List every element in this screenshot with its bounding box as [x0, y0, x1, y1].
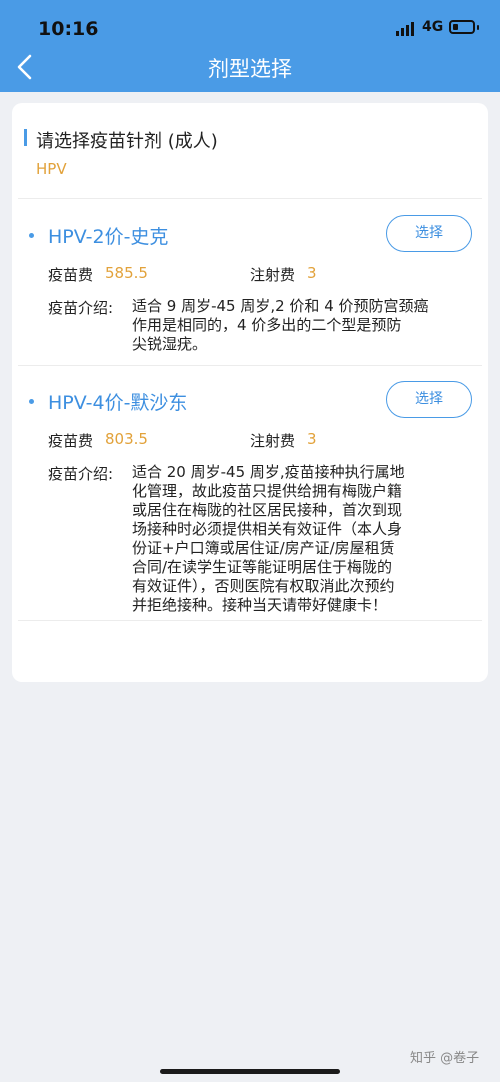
intro-text: 适合 9 周岁-45 周岁,2 价和 4 价预防宫颈癌 作用是相同的，4 价多出…	[132, 297, 462, 354]
intro-line: 有效证件），否则医院有权取消此次预约	[132, 577, 395, 595]
injection-fee-label: 注射费	[250, 266, 296, 284]
intro-line: 份证+户口簿或居住证/房产证/房屋租赁	[132, 539, 395, 557]
section-accent-bar	[24, 129, 27, 146]
watermark: 知乎 @卷子	[410, 1051, 480, 1066]
select-button[interactable]: 选择	[386, 215, 472, 252]
injection-fee-value: 3	[307, 430, 317, 448]
page-title: 剂型选择	[208, 57, 292, 81]
divider	[18, 198, 482, 199]
battery-icon	[449, 20, 475, 34]
app-header: 10:16 4G 剂型选择	[0, 0, 500, 92]
vaccine-card: 请选择疫苗针剂 (成人) HPV HPV-2价-史克 选择 疫苗费 585.5 …	[12, 103, 488, 682]
select-button[interactable]: 选择	[386, 381, 472, 418]
section-title: 请选择疫苗针剂 (成人)	[36, 131, 218, 152]
section-subtitle: HPV	[36, 160, 67, 178]
divider	[18, 365, 482, 366]
intro-line: 场接种时必须提供相关有效证件（本人身	[132, 520, 403, 538]
intro-line: 尖锐湿疣。	[132, 335, 208, 353]
intro-line: 适合 20 周岁-45 周岁,疫苗接种执行属地	[132, 463, 405, 481]
status-bar: 10:16 4G	[0, 0, 500, 48]
intro-label: 疫苗介绍:	[48, 299, 114, 317]
vaccine-fee-label: 疫苗费	[48, 266, 94, 284]
vaccine-name: HPV-2价-史克	[48, 226, 169, 248]
injection-fee-label: 注射费	[250, 432, 296, 450]
intro-label: 疫苗介绍:	[48, 465, 114, 483]
intro-line: 作用是相同的，4 价多出的二个型是预防	[132, 316, 402, 334]
intro-line: 或居住在梅陇的社区居民接种，首次到现	[132, 501, 403, 519]
signal-icon	[396, 22, 416, 36]
intro-line: 化管理，故此疫苗只提供给拥有梅陇户籍	[132, 482, 403, 500]
network-type: 4G	[422, 19, 444, 35]
vaccine-fee-value: 585.5	[105, 264, 148, 282]
vaccine-fee-label: 疫苗费	[48, 432, 94, 450]
bullet-icon	[29, 233, 34, 238]
intro-line: 合同/在读学生证等能证明居住于梅陇的	[132, 558, 393, 576]
intro-line: 适合 9 周岁-45 周岁,2 价和 4 价预防宫颈癌	[132, 297, 429, 315]
divider	[18, 620, 482, 621]
status-time: 10:16	[38, 18, 99, 40]
bullet-icon	[29, 399, 34, 404]
intro-line: 并拒绝接种。接种当天请带好健康卡！	[132, 596, 388, 614]
intro-text: 适合 20 周岁-45 周岁,疫苗接种执行属地 化管理，故此疫苗只提供给拥有梅陇…	[132, 463, 462, 615]
vaccine-name: HPV-4价-默沙东	[48, 392, 188, 414]
home-indicator	[160, 1069, 340, 1074]
vaccine-fee-value: 803.5	[105, 430, 148, 448]
injection-fee-value: 3	[307, 264, 317, 282]
